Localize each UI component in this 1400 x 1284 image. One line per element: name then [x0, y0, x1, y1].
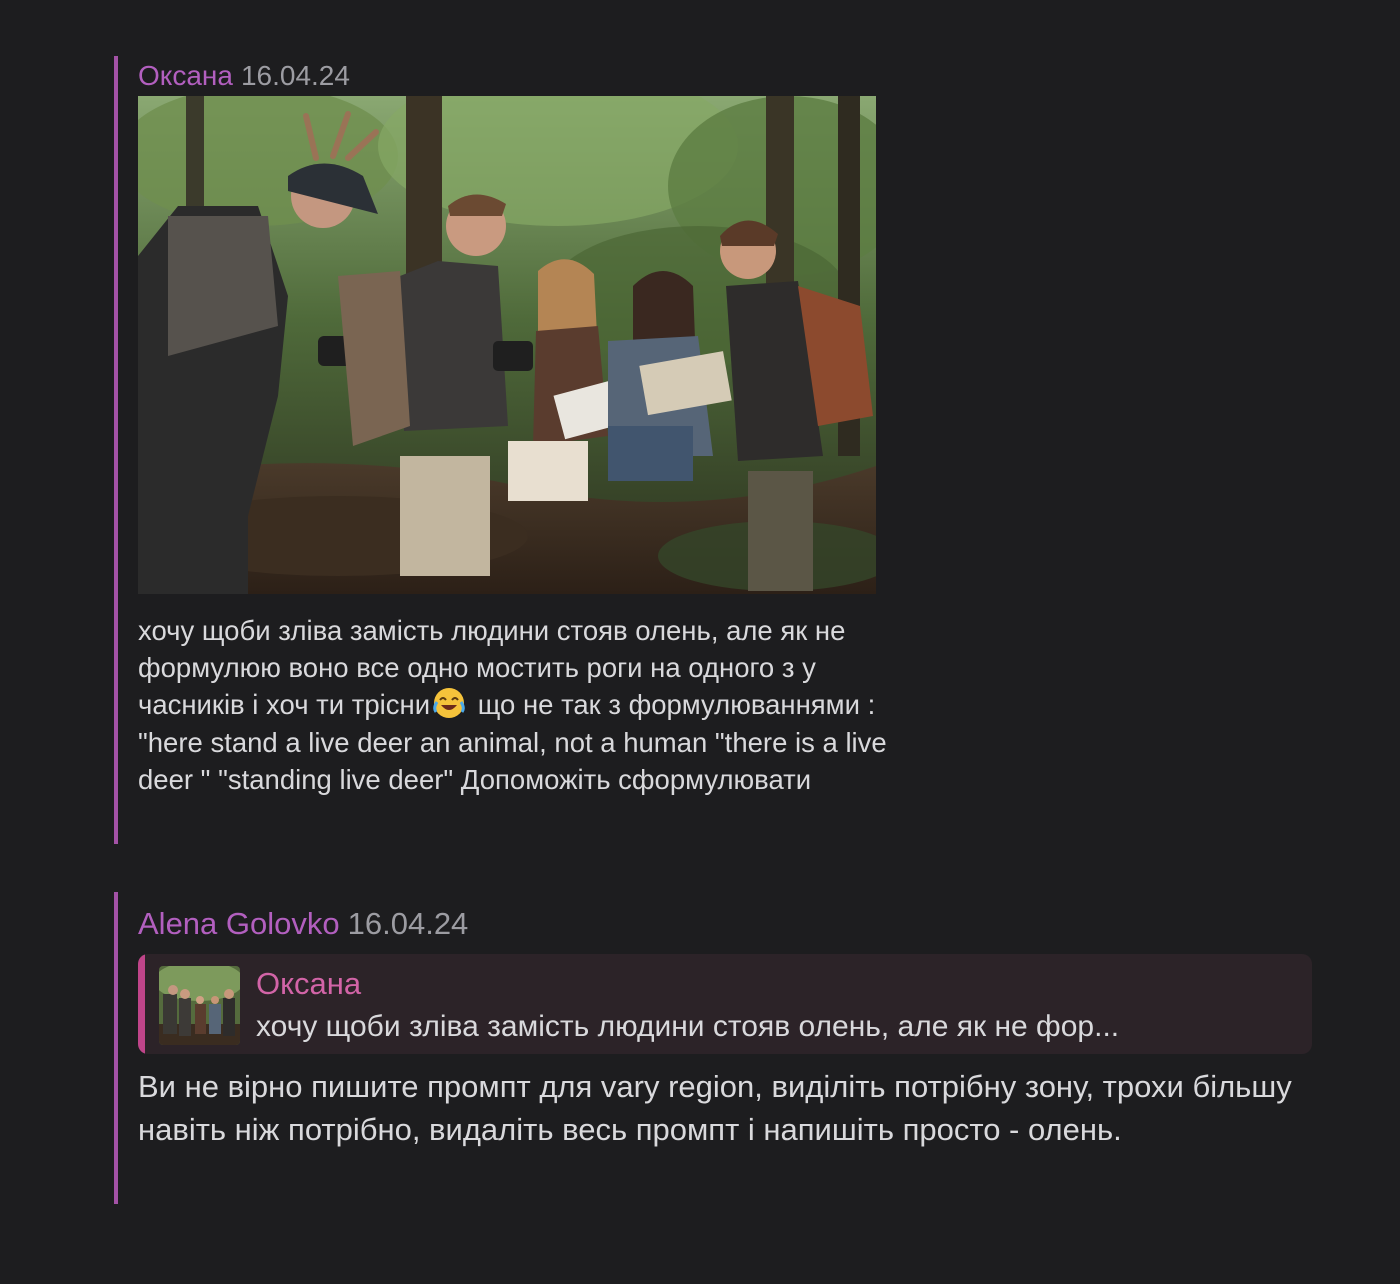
reply-accent-bar: [138, 954, 145, 1054]
message-alena-golovko: Alena Golovko16.04.24 Оксана хочу щоби: [114, 892, 1314, 1204]
reply-author: Оксана: [256, 966, 362, 1001]
message-text: Ви не вірно пишите промпт для vary regio…: [138, 1069, 1292, 1147]
attached-photo-hikers-in-forest[interactable]: [138, 96, 876, 594]
message-date: 16.04.24: [240, 60, 350, 91]
message-date: 16.04.24: [347, 906, 469, 941]
message-header: Оксана 16.04.24: [138, 58, 350, 94]
message-author[interactable]: Alena Golovko: [138, 906, 340, 941]
message-author[interactable]: Оксана: [138, 60, 233, 91]
reply-text: хочу щоби зліва замість людини стояв оле…: [256, 1010, 1120, 1043]
reply-quote[interactable]: Оксана хочу щоби зліва замість людини ст…: [138, 954, 1312, 1054]
message-header: Alena Golovko 16.04.24: [138, 904, 468, 944]
message-text: хочу щоби зліва замість людини стояв оле…: [138, 612, 898, 798]
message-oksana: Оксана 16.04.24 хочу щоби зліва замість …: [114, 56, 894, 844]
face-with-tears-of-joy-icon: [432, 686, 466, 720]
reply-thumbnail: [159, 966, 240, 1045]
